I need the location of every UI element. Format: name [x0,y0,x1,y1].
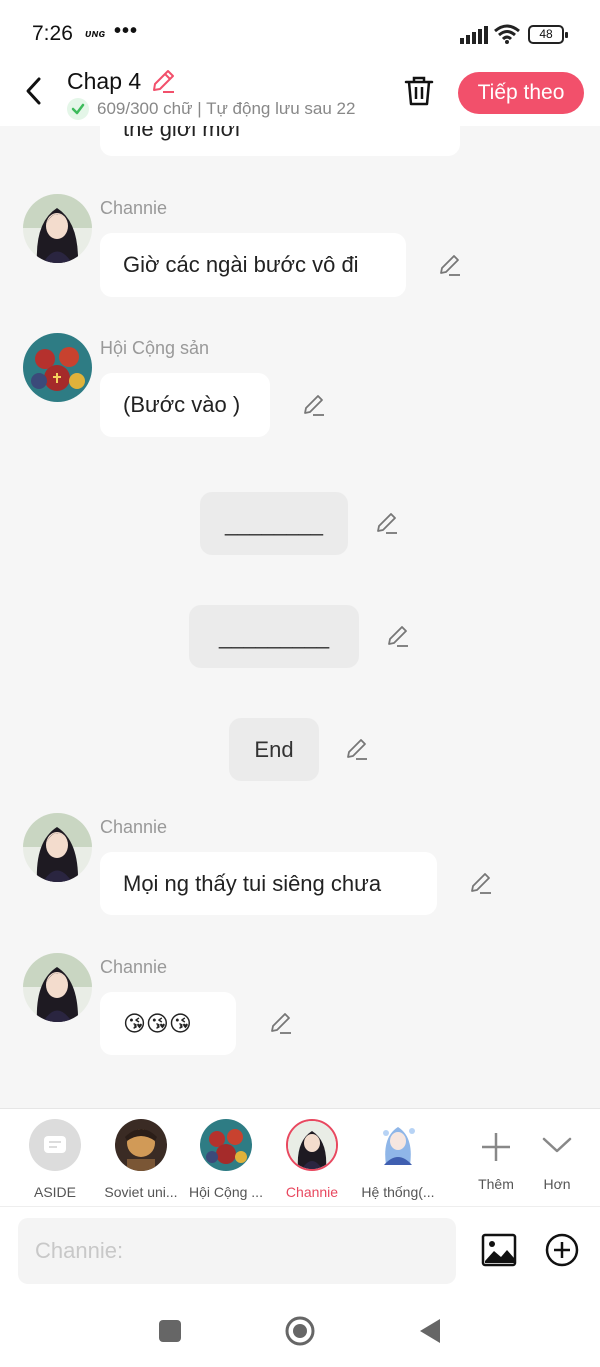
narration-text: _________ [218,623,330,649]
message-text: (Bước vào ) [123,392,241,417]
character-soviet-union[interactable]: Soviet uni... [95,1119,187,1200]
back-icon[interactable] [22,76,46,106]
narration-text: ________ [225,510,323,536]
recent-apps-icon[interactable] [159,1320,181,1342]
character-label: ASIDE [33,1184,76,1200]
narration-bubble[interactable]: End [229,718,319,781]
speaker-name: Hội Cộng sản [100,338,210,358]
home-icon[interactable] [284,1315,316,1347]
status-time: 7:26 [32,22,73,45]
back-triangle-icon[interactable] [418,1318,442,1344]
message-text: 😘😘😘 [123,1010,192,1036]
edit-message-icon[interactable] [269,1011,293,1035]
avatar-channie[interactable] [23,953,92,1022]
battery-icon: 48 [528,25,568,44]
avatar-channie[interactable] [23,813,92,882]
avatar [286,1119,338,1171]
narration-bubble[interactable]: _________ [189,605,359,668]
more-characters-button[interactable]: Hơn [524,1119,590,1192]
character-label: Soviet uni... [104,1184,178,1200]
edit-title-icon[interactable] [150,68,176,94]
character-label: Channie [285,1184,339,1200]
chat-area[interactable]: thế giới mới Channie Giờ các ngài bước v… [0,126,600,1108]
narration-bubble[interactable]: ________ [200,492,348,555]
message-text: Mọi ng thấy tui siêng chưa [123,870,382,896]
message-bubble[interactable]: thế giới mới [100,126,460,156]
narration-text: End [254,736,294,762]
notification-dots: ••• [114,20,139,42]
plus-icon [482,1133,510,1161]
edit-message-icon[interactable] [302,393,326,417]
add-circle-icon[interactable] [545,1233,579,1267]
edit-message-icon[interactable] [438,253,462,277]
avatar [372,1119,424,1171]
edit-message-icon[interactable] [469,871,493,895]
message-bubble[interactable]: Giờ các ngài bước vô đi [100,233,406,297]
message-bubble[interactable]: 😘😘😘 [100,992,236,1055]
avatar-channie[interactable] [23,194,92,263]
chapter-title[interactable]: Chap 4 [67,68,141,95]
more-characters-label: Hơn [543,1176,571,1192]
edit-message-icon[interactable] [345,737,369,761]
avatar-hoi-cong-san[interactable] [23,333,92,402]
carrier-label: ᴜɴɢ [85,28,106,40]
chevron-down-icon [542,1137,572,1153]
message-bubble[interactable]: Mọi ng thấy tui siêng chưa [100,852,437,915]
saved-check-icon [67,98,89,120]
trash-icon[interactable] [404,75,434,107]
aside-icon [29,1119,81,1171]
character-hoi-cong-san[interactable]: Hội Cộng ... [180,1119,272,1200]
edit-message-icon[interactable] [386,624,410,648]
wifi-icon [494,24,520,44]
character-selector: ASIDE Soviet uni... Hội Cộng ... Channie… [0,1108,600,1206]
signal-icon [460,26,488,44]
character-aside[interactable]: ASIDE [9,1119,101,1200]
edit-message-icon[interactable] [375,511,399,535]
editor-header: Chap 4 609/300 chữ | Tự động lưu sau 22 … [0,62,600,126]
character-channie[interactable]: Channie [266,1119,358,1200]
character-label: Hệ thống(... [361,1184,435,1200]
message-text: thế giới mới [123,126,240,141]
system-nav-bar [0,1296,600,1367]
status-bar: 7:26 ᴜɴɢ ••• 48 [0,0,600,62]
message-text: Giờ các ngài bước vô đi [123,252,359,277]
speaker-name: Channie [100,198,168,218]
speaker-name: Channie [100,817,168,837]
word-count-status: 609/300 chữ | Tự động lưu sau 22 [97,99,356,118]
avatar [115,1119,167,1171]
composer [0,1206,600,1296]
speaker-name: Channie [100,957,168,977]
message-bubble[interactable]: (Bước vào ) [100,373,270,437]
next-button[interactable]: Tiếp theo [458,72,584,114]
character-label: Hội Cộng ... [189,1184,263,1200]
avatar [200,1119,252,1171]
message-input[interactable] [18,1218,456,1284]
image-icon[interactable] [481,1233,517,1267]
character-he-thong[interactable]: Hệ thống(... [352,1119,444,1200]
